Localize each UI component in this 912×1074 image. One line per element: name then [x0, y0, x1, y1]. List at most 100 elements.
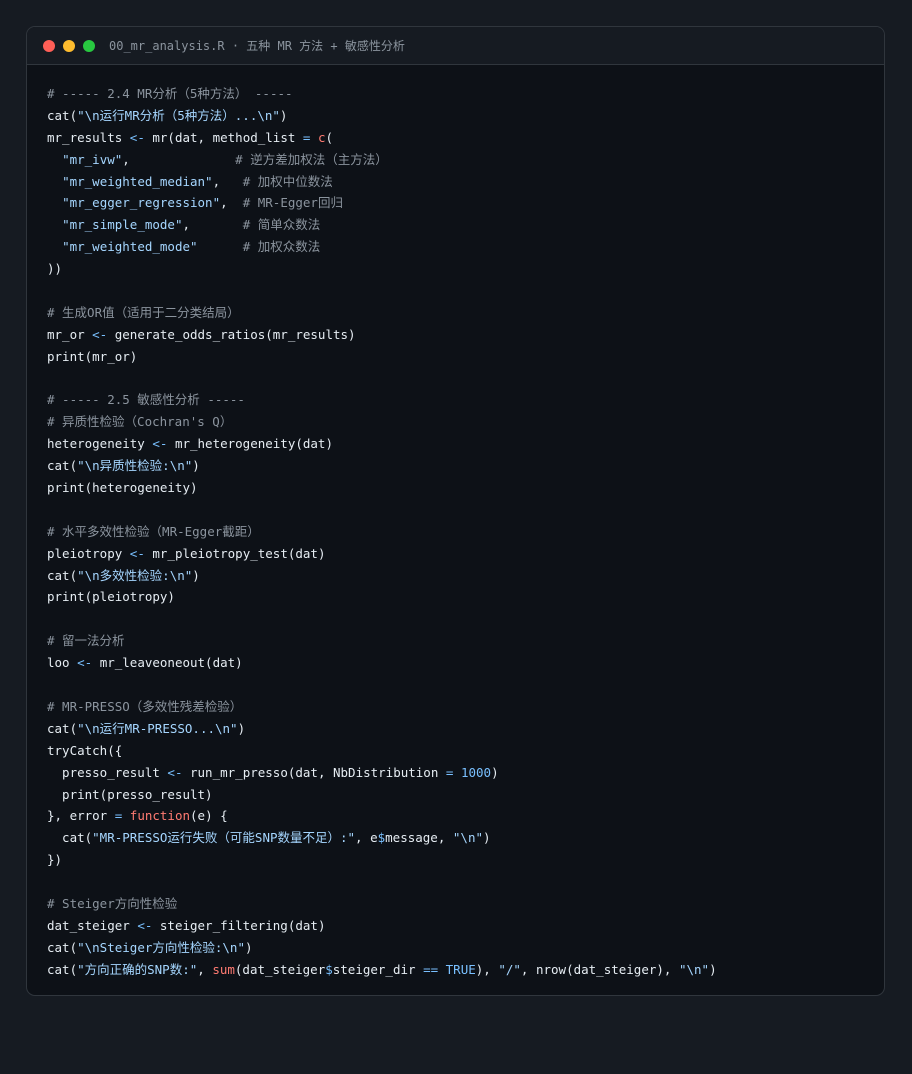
code-token: , — [212, 173, 243, 189]
code-token: mr_results — [47, 129, 130, 145]
code-line: "mr_egger_regression", # MR-Egger回归 — [47, 192, 717, 214]
code-token: <- — [129, 545, 145, 561]
code-token: print(mr_or) — [47, 348, 138, 364]
code-line: print(presso_result) — [47, 784, 717, 806]
code-token: , — [197, 961, 213, 977]
code-line: "mr_weighted_mode" # 加权众数法 — [47, 236, 717, 258]
code-token: # Steiger方向性检验 — [47, 895, 178, 911]
code-token: == — [423, 961, 439, 977]
code-token: cat( — [47, 939, 78, 955]
code-token: }) — [47, 852, 63, 868]
code-token: cat( — [47, 567, 78, 583]
code-token: (e) { — [190, 808, 228, 824]
code-line: cat("MR-PRESSO运行失败（可能SNP数量不足）:", e$messa… — [47, 827, 717, 849]
code-token: "\n多效性检验:\n" — [77, 567, 193, 583]
code-token: "mr_simple_mode" — [62, 217, 183, 233]
code-token: "\n运行MR-PRESSO...\n" — [77, 720, 238, 736]
code-token: "\n" — [678, 961, 710, 977]
code-line: "mr_ivw", # 逆方差加权法（主方法） — [47, 149, 717, 171]
code-token: <- — [92, 326, 108, 342]
code-token: tryCatch({ — [47, 742, 123, 758]
code-token: # 简单众数法 — [242, 217, 321, 233]
code-token: print(presso_result) — [47, 786, 213, 802]
code-token: ) — [279, 107, 288, 123]
close-window-button[interactable] — [43, 39, 55, 52]
code-line: cat("方向正确的SNP数:", sum(dat_steiger$steige… — [47, 959, 717, 981]
code-token: "方向正确的SNP数:" — [77, 961, 198, 977]
code-token: ) — [192, 567, 200, 583]
code-token: c — [317, 129, 326, 145]
code-token: ), — [475, 961, 499, 977]
code-token: loo — [47, 655, 78, 671]
zoom-window-button[interactable] — [83, 39, 95, 52]
code-token: generate_odds_ratios(mr_results) — [107, 326, 356, 342]
code-token: "\nSteiger方向性检验:\n" — [77, 939, 245, 955]
code-token: run_mr_presso(dat, NbDistribution — [182, 764, 446, 780]
code-line: presso_result <- run_mr_presso(dat, NbDi… — [47, 762, 717, 784]
code-line: # 异质性检验（Cochran's Q） — [47, 411, 717, 433]
code-token: # MR-Egger回归 — [242, 195, 343, 211]
code-token: <- — [137, 917, 153, 933]
code-token: message, — [385, 830, 453, 846]
code-token: )) — [47, 261, 63, 277]
code-token: }, error — [47, 808, 115, 824]
code-token: # 逆方差加权法（主方法） — [235, 151, 388, 167]
code-token: steiger_dir — [332, 961, 424, 977]
code-token: ) — [237, 720, 246, 736]
code-line: print(mr_or) — [47, 346, 717, 368]
code-token: # ----- 2.5 敏感性分析 ----- — [47, 392, 245, 408]
code-line: cat("\n运行MR-PRESSO...\n") — [47, 718, 717, 740]
code-line: cat("\nSteiger方向性检验:\n") — [47, 937, 717, 959]
code-line: loo <- mr_leaveoneout(dat) — [47, 652, 717, 674]
code-line: print(heterogeneity) — [47, 477, 717, 499]
code-token: heterogeneity — [47, 436, 153, 452]
code-token: mr_pleiotropy_test(dat) — [144, 545, 326, 561]
code-editor[interactable]: # ----- 2.4 MR分析（5种方法） ----- cat("\n运行MR分… — [47, 83, 717, 981]
code-token: TRUE — [445, 961, 476, 977]
code-line: # 生成OR值（适用于二分类结局） — [47, 302, 717, 324]
code-token: <- — [167, 764, 183, 780]
code-token: # 生成OR值（适用于二分类结局） — [47, 304, 240, 320]
code-token: "mr_weighted_mode" — [62, 239, 198, 255]
code-token: sum — [212, 961, 235, 977]
code-token: cat( — [47, 107, 78, 123]
code-token: dat_steiger — [47, 917, 138, 933]
code-line: pleiotropy <- mr_pleiotropy_test(dat) — [47, 543, 717, 565]
window-title: 00_mr_analysis.R · 五种 MR 方法 + 敏感性分析 — [109, 39, 405, 53]
code-line: tryCatch({ — [47, 740, 717, 762]
code-token: cat( — [47, 961, 78, 977]
code-line: cat("\n异质性检验:\n") — [47, 455, 717, 477]
code-token: , — [182, 217, 243, 233]
code-token: presso_result — [47, 764, 168, 780]
code-token: steiger_filtering(dat) — [152, 917, 326, 933]
code-token: $ — [325, 961, 333, 977]
code-token: (dat_steiger — [234, 961, 326, 977]
code-token: ) — [483, 830, 491, 846]
code-line: mr_results <- mr(dat, method_list = c( — [47, 127, 717, 149]
code-token: , — [220, 195, 243, 211]
code-line: print(pleiotropy) — [47, 586, 717, 608]
code-line: # MR-PRESSO（多效性残差检验） — [47, 696, 717, 718]
code-token: ) — [192, 458, 200, 474]
code-token: ) — [491, 764, 499, 780]
code-token: print(pleiotropy) — [47, 589, 175, 605]
minimize-window-button[interactable] — [63, 39, 75, 52]
code-token: mr_heterogeneity(dat) — [167, 436, 333, 452]
code-token: "/" — [498, 961, 521, 977]
code-token: <- — [152, 436, 168, 452]
code-token: "mr_ivw" — [62, 151, 123, 167]
code-line: heterogeneity <- mr_heterogeneity(dat) — [47, 433, 717, 455]
